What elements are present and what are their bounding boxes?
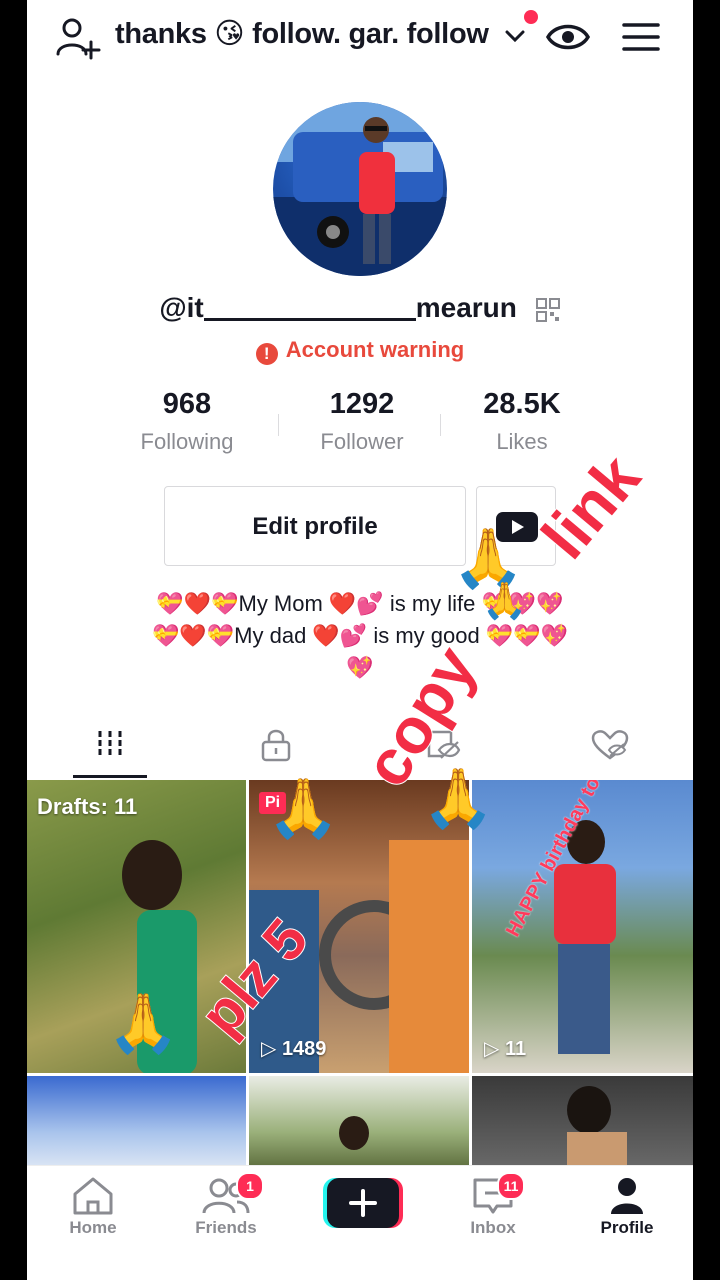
username-underscores (203, 318, 416, 321)
nav-inbox[interactable]: Inbox 11 (427, 1172, 559, 1238)
stat-follower[interactable]: 1292 Follower (282, 388, 442, 455)
chevron-down-icon[interactable] (503, 24, 527, 48)
video-tile[interactable] (472, 1076, 693, 1170)
view-count: ▷ 1489 (261, 1038, 327, 1060)
account-warning[interactable]: ! Account warning (27, 337, 693, 365)
tab-liked[interactable] (527, 712, 693, 778)
nav-label: Profile (600, 1218, 654, 1237)
figure-jeans (558, 944, 610, 1054)
create-button[interactable] (323, 1178, 403, 1228)
stat-value: 968 (162, 388, 212, 420)
stat-following[interactable]: 968 Following (107, 388, 267, 455)
menu-icon[interactable] (621, 20, 661, 54)
qr-code-icon[interactable] (535, 297, 561, 323)
account-warning-label: Account warning (285, 337, 465, 362)
bottom-nav: Home Friends 1 Inbox 11 Profile (27, 1165, 693, 1280)
eye-icon[interactable] (545, 18, 591, 56)
figure-saree (389, 840, 469, 1073)
folded-hands-sticker: 🙏 (107, 991, 180, 1056)
inbox-badge: 11 (497, 1172, 525, 1200)
username-end: mearun (415, 292, 517, 323)
nav-profile[interactable]: Profile (561, 1176, 693, 1238)
profile-screen: thanks 😘 follow. gar. follow @it mearun … (27, 0, 693, 1280)
view-count-value: 11 (504, 1038, 527, 1060)
avatar[interactable] (273, 102, 447, 276)
bio: 💝❤️💝My Mom ❤️💕 is my life 💝💖💖 💝❤️💝My dad… (27, 588, 693, 684)
bio-line: 💝❤️💝My dad ❤️💕 is my good 💝💝💖 (151, 623, 568, 648)
stat-divider (440, 414, 441, 436)
video-grid: Drafts: 11 Pi ▷ 1489 HAPPY birthday to y… (27, 780, 693, 1170)
alert-icon: ! (255, 343, 278, 365)
notification-dot (524, 10, 538, 24)
video-tile[interactable] (27, 1076, 246, 1170)
stat-likes[interactable]: 28.5K Likes (442, 388, 602, 455)
video-tile[interactable]: HAPPY birthday to you ▷ 11 (472, 780, 693, 1073)
view-count-value: 1489 (281, 1038, 327, 1060)
nav-home[interactable]: Home (27, 1176, 159, 1238)
nav-label: Home (69, 1218, 117, 1237)
folded-hands-sticker: 🙏 (482, 580, 527, 621)
plus-icon (323, 1178, 403, 1228)
figure-head (122, 840, 182, 910)
nav-friends[interactable]: Friends 1 (160, 1172, 292, 1238)
profile-icon (611, 1178, 643, 1214)
active-tab-indicator (73, 775, 147, 778)
folded-hands-sticker: 🙏 (267, 776, 340, 841)
drafts-label: Drafts: 11 (37, 794, 138, 819)
figure-shirt (554, 864, 616, 944)
username: @it mearun (27, 292, 693, 324)
bio-line: 💝❤️💝My Mom ❤️💕 is my life 💝💖💖 (156, 591, 564, 616)
folded-hands-sticker: 🙏 (422, 766, 495, 831)
username-start: @it (159, 292, 204, 323)
edit-profile-button[interactable]: Edit profile (164, 486, 466, 566)
stat-label: Likes (496, 429, 548, 454)
hidden-heart-icon (591, 730, 629, 760)
figure-head (567, 1086, 611, 1134)
profile-stats: 968 Following 1292 Follower 28.5K Likes (107, 388, 627, 468)
nav-label: Friends (195, 1218, 257, 1237)
stat-value: 28.5K (483, 388, 561, 420)
lock-icon (261, 729, 291, 762)
stat-label: Follower (320, 429, 404, 454)
figure-head (339, 1116, 369, 1150)
home-icon (73, 1177, 113, 1215)
video-tile[interactable] (249, 1076, 469, 1170)
nav-label: Inbox (470, 1218, 516, 1237)
account-switcher[interactable]: thanks 😘 follow. gar. follow (115, 16, 489, 51)
friends-badge: 1 (236, 1172, 264, 1200)
stat-label: Following (140, 429, 234, 454)
view-count: ▷ 11 (484, 1038, 527, 1060)
tab-private[interactable] (193, 712, 359, 778)
profile-header: thanks 😘 follow. gar. follow (27, 0, 693, 75)
stat-divider (278, 414, 279, 436)
grid-icon (98, 731, 122, 755)
tab-videos[interactable] (27, 712, 193, 778)
stat-value: 1292 (329, 388, 395, 420)
bio-line: 💖 (346, 655, 374, 680)
add-friend-icon[interactable] (55, 14, 101, 60)
